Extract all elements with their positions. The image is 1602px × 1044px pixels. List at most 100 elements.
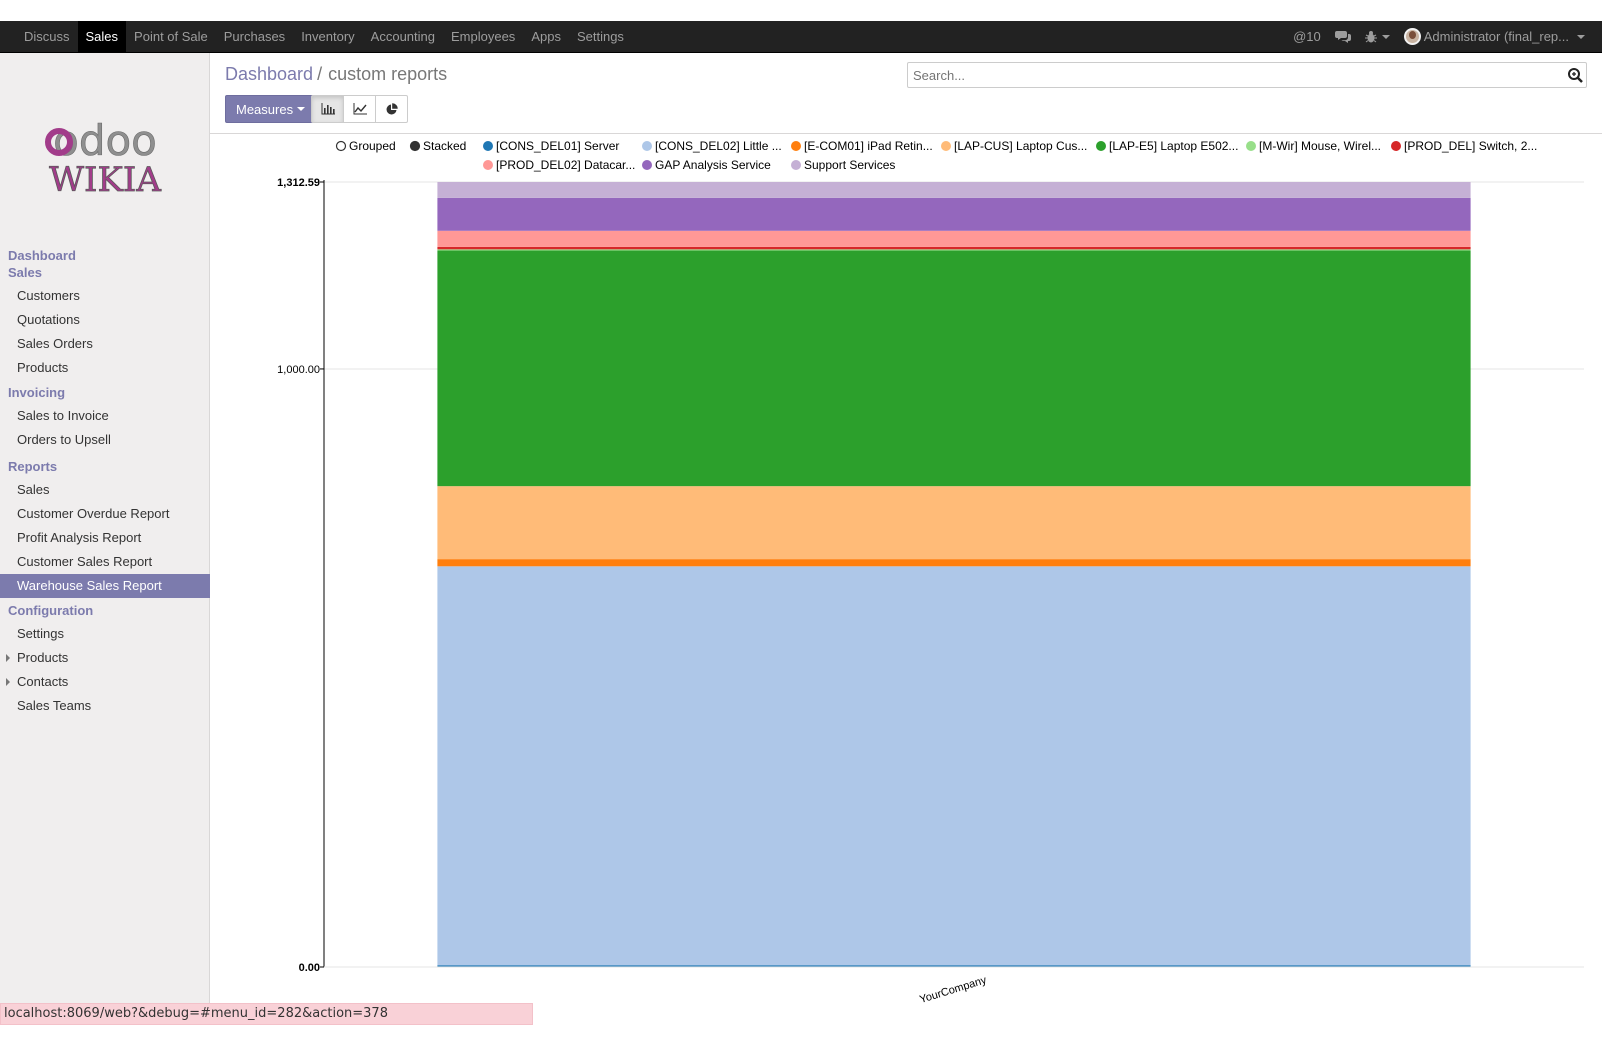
legend-item[interactable]: [PROD_DEL] Switch, 2... (1391, 139, 1537, 153)
legend-item[interactable]: [M-Wir] Mouse, Wirel... (1246, 139, 1381, 153)
sidebar-item-profit-analysis-report[interactable]: Profit Analysis Report (0, 526, 210, 550)
legend-label: Support Services (804, 158, 895, 172)
sidebar-section-title[interactable]: Reports (0, 458, 210, 476)
legend-mode-label: Grouped (349, 139, 396, 153)
sidebar-section-invoicing: Invoicing Sales to Invoice Orders to Upsel… (0, 384, 210, 452)
legend-marker (791, 160, 801, 170)
y-tick-label: 1,000.00 (277, 364, 320, 376)
legend-label: GAP Analysis Service (655, 158, 771, 172)
app-menu-inventory[interactable]: Inventory (293, 21, 362, 52)
app-menu-accounting[interactable]: Accounting (363, 21, 443, 52)
bar-segment-5 (437, 249, 1471, 251)
x-tick-label: YourCompany (918, 974, 988, 1003)
search-bar (907, 62, 1587, 88)
sidebar-item-orders-to-upsell[interactable]: Orders to Upsell (0, 428, 210, 452)
sidebar-section-configuration: Configuration Settings Products Contacts Sal… (0, 602, 210, 718)
legend-marker (941, 141, 951, 151)
legend-item[interactable]: [LAP-E5] Laptop E502... (1096, 139, 1238, 153)
sidebar-item-customer-sales-report[interactable]: Customer Sales Report (0, 550, 210, 574)
legend-mode-stacked[interactable]: Stacked (409, 139, 467, 153)
legend-mode-marker (335, 140, 347, 152)
measures-dropdown-button[interactable]: Measures (225, 95, 317, 123)
pie-chart-button[interactable] (375, 95, 408, 123)
legend-marker (1246, 141, 1256, 151)
pie-chart-icon (386, 102, 398, 114)
sidebar-item-label: Customer Overdue Report (17, 506, 170, 521)
sidebar-item-sales[interactable]: Sales (0, 478, 210, 502)
bar-segment-3 (437, 486, 1471, 560)
sidebar-item-label: Warehouse Sales Report (17, 578, 162, 593)
breadcrumb: Dashboard / custom reports (225, 64, 447, 85)
line-chart-button[interactable] (343, 95, 376, 123)
chevron-down-icon (297, 107, 306, 111)
app-menu-sales[interactable]: Sales (77, 21, 127, 52)
legend-mode-grouped[interactable]: Grouped (335, 139, 396, 153)
app-menu: Discuss Sales Point of Sale Purchases Invent… (0, 21, 632, 52)
sidebar-item-customers[interactable]: Customers (0, 284, 210, 308)
legend-label: [M-Wir] Mouse, Wirel... (1259, 139, 1381, 153)
svg-text:WIKIA: WIKIA (49, 160, 161, 195)
legend-item[interactable]: GAP Analysis Service (642, 158, 771, 172)
bar-segment-9 (437, 182, 1471, 198)
company-logo: odoo WIKIA (45, 116, 162, 195)
user-menu[interactable]: Administrator (final_rep... (1397, 21, 1592, 52)
sidebar-item-sales-to-invoice[interactable]: Sales to Invoice (0, 404, 210, 428)
legend-marker (1096, 141, 1106, 151)
sidebar-item-warehouse-sales-report[interactable]: Warehouse Sales Report (0, 574, 210, 598)
sidebar-item-quotations[interactable]: Quotations (0, 308, 210, 332)
systray: @10 Administrator (final_rep... (1286, 21, 1602, 52)
legend-item[interactable]: [PROD_DEL02] Datacar... (483, 158, 635, 172)
sidebar-item-products[interactable]: Products (0, 356, 210, 380)
legend-item[interactable]: [LAP-CUS] Laptop Cus... (941, 139, 1087, 153)
search-input[interactable] (908, 63, 1548, 87)
legend-label: [E-COM01] iPad Retin... (804, 139, 933, 153)
sidebar-section-title[interactable]: Sales (0, 264, 210, 282)
sidebar-item-settings[interactable]: Settings (0, 622, 210, 646)
sidebar-item-sales-orders[interactable]: Sales Orders (0, 332, 210, 356)
legend-item[interactable]: [CONS_DEL01] Server (483, 139, 619, 153)
app-menu-apps[interactable]: Apps (523, 21, 569, 52)
sidebar-item-contacts[interactable]: Contacts (0, 670, 210, 694)
status-bar-url: localhost:8069/web?&debug=#menu_id=282&a… (0, 1003, 533, 1025)
sidebar-item-products[interactable]: Products (0, 646, 210, 670)
measures-label: Measures (236, 101, 294, 117)
legend-label: [LAP-CUS] Laptop Cus... (954, 139, 1087, 153)
sidebar-section-sales: Sales Customers Quotations Sales Orders Prod… (0, 264, 210, 380)
sidebar-section-dashboard: Dashboard (0, 247, 210, 265)
app-menu-purchases[interactable]: Purchases (216, 21, 293, 52)
stacked-bar-chart: Grouped Stacked [CONS_DEL01] Server [CONS_D… (277, 139, 1584, 1003)
caret-right-icon (6, 678, 10, 686)
legend-item[interactable]: [CONS_DEL02] Little ... (642, 139, 782, 153)
legend-label: [PROD_DEL] Switch, 2... (1404, 139, 1537, 153)
app-menu-point-of-sale[interactable]: Point of Sale (126, 21, 216, 52)
user-name: Administrator (final_rep... (1423, 29, 1569, 44)
mentions-counter[interactable]: @10 (1286, 21, 1328, 52)
legend-marker (483, 141, 493, 151)
top-navbar: Discuss Sales Point of Sale Purchases Invent… (0, 21, 1602, 53)
caret-right-icon (6, 654, 10, 662)
sidebar-item-customer-overdue-report[interactable]: Customer Overdue Report (0, 502, 210, 526)
legend-item[interactable]: [E-COM01] iPad Retin... (791, 139, 933, 153)
chat-icon[interactable] (1328, 21, 1358, 52)
sidebar-item-sales-teams[interactable]: Sales Teams (0, 694, 210, 718)
breadcrumb-separator: / (317, 64, 323, 84)
debug-bug-icon[interactable] (1358, 21, 1397, 52)
bar-chart-icon (321, 103, 335, 115)
sidebar-section-title[interactable]: Configuration (0, 602, 210, 620)
search-icon[interactable] (1567, 67, 1583, 83)
line-chart-icon (353, 103, 367, 115)
legend-marker (642, 141, 652, 151)
app-menu-settings[interactable]: Settings (569, 21, 632, 52)
bar-segment-6 (437, 246, 1471, 250)
sidebar-section-title[interactable]: Dashboard (0, 247, 210, 265)
avatar (1403, 28, 1421, 45)
sidebar-item-label: Orders to Upsell (17, 432, 111, 447)
sidebar-section-title[interactable]: Invoicing (0, 384, 210, 402)
app-menu-discuss[interactable]: Discuss (16, 21, 78, 52)
bar-chart-button[interactable] (311, 95, 344, 123)
legend-item[interactable]: Support Services (791, 158, 895, 172)
sidebar-item-label: Products (17, 650, 69, 665)
breadcrumb-dashboard-link[interactable]: Dashboard (225, 64, 313, 84)
app-menu-employees[interactable]: Employees (443, 21, 523, 52)
graph-view: Grouped Stacked [CONS_DEL01] Server [CONS_D… (210, 134, 1602, 1003)
